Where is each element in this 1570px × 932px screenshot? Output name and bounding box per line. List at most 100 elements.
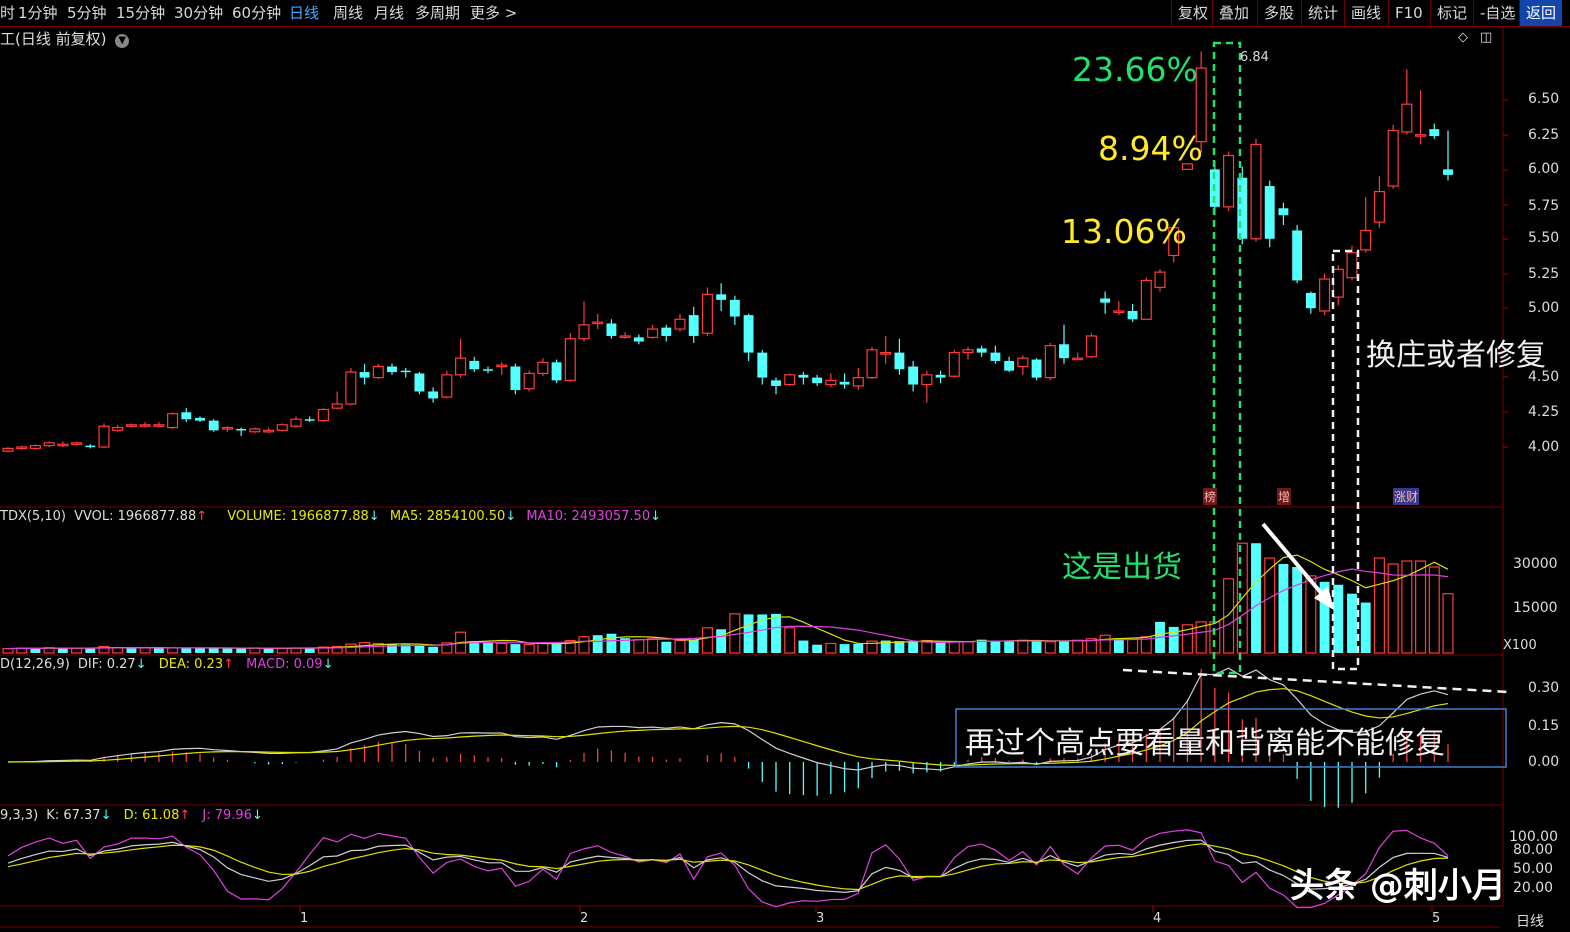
candle-body	[948, 352, 960, 377]
volume-bar	[688, 639, 699, 653]
candle-body	[674, 318, 686, 330]
candle-body	[455, 357, 467, 376]
volume-bar	[1360, 602, 1371, 653]
ma10-value: MA10: 2493057.50	[526, 509, 651, 524]
candle-body	[701, 293, 713, 334]
ma5-value: MA5: 2854100.50	[389, 509, 506, 524]
price-tick: 5.75	[1528, 198, 1560, 214]
x-axis-label: 5	[1432, 911, 1441, 926]
macd-indicator-name[interactable]: D(12,26,9)	[0, 657, 70, 672]
volume-bar	[935, 642, 946, 653]
volume-indicator-name[interactable]: TDX(5,10)	[0, 509, 66, 524]
candle-body	[880, 352, 892, 355]
volume-bar	[1127, 637, 1139, 654]
candle-body	[153, 424, 165, 427]
volume-bar	[798, 640, 809, 653]
candle-body	[1278, 208, 1289, 216]
macd-tick: 0.15	[1528, 718, 1560, 734]
price-tick: 6.25	[1528, 127, 1560, 143]
volume-bar	[1428, 566, 1440, 654]
candle-body	[976, 348, 987, 353]
volume-bar	[1168, 626, 1179, 653]
candle-body	[2, 447, 14, 452]
volume-bar	[1031, 641, 1042, 653]
price-tick: 5.50	[1528, 230, 1560, 246]
kdj-tick: 50.00	[1513, 861, 1554, 877]
candle-body	[57, 443, 69, 447]
candle-body	[894, 352, 905, 370]
volume-bar	[606, 633, 617, 653]
candle-body	[208, 420, 219, 431]
candle-body	[908, 366, 919, 385]
volume-bar	[236, 648, 247, 653]
candle-body	[798, 374, 809, 378]
candle-body	[661, 327, 672, 336]
volume-bar	[825, 642, 837, 654]
event-marker[interactable]: 涨财	[1393, 488, 1420, 505]
volume-bar	[908, 641, 919, 653]
candle-body	[387, 366, 397, 373]
volume-bars	[2, 542, 1454, 654]
x-axis-label: 2	[580, 911, 589, 926]
candle-body	[743, 315, 754, 353]
price-tick: 5.25	[1528, 266, 1560, 282]
volume-bar	[990, 640, 1001, 653]
candle-body	[1154, 271, 1166, 288]
arrow-down-icon: ↓	[505, 509, 517, 524]
kdj-indicator-name[interactable]: 9,3,3)	[0, 808, 38, 823]
candle-body	[551, 362, 562, 381]
volume-bar	[1059, 640, 1069, 653]
candle-body	[647, 328, 659, 338]
event-marker[interactable]: 榜	[1203, 488, 1218, 505]
macd-tick: 0.30	[1528, 680, 1560, 696]
candle-body	[414, 373, 425, 392]
candle-body	[1387, 129, 1399, 187]
candle-body	[1373, 191, 1385, 223]
x-axis-label: 1	[300, 911, 309, 926]
x-axis-label: 3	[816, 911, 825, 926]
volume-bar	[1251, 543, 1261, 653]
candle-body	[578, 324, 590, 340]
candle-body	[345, 371, 357, 405]
candle-body	[400, 370, 411, 373]
annotation-macd-note: 再过个高点要看量和背离能不能修复	[965, 726, 1445, 761]
candle-body	[784, 374, 796, 386]
event-marker[interactable]: 增	[1277, 488, 1292, 505]
volume-bar	[537, 642, 549, 654]
volume-bar	[771, 613, 781, 653]
volume-bar	[1209, 621, 1221, 654]
volume-bar	[1333, 584, 1344, 653]
candle-body	[441, 374, 453, 398]
arrow-down-icon: ↓	[251, 808, 263, 823]
volume-bar	[222, 648, 233, 653]
candle-body	[757, 352, 768, 378]
candlestick-series	[2, 51, 1453, 453]
price-tick: 5.00	[1528, 300, 1560, 316]
d-value: D: 61.08	[123, 808, 180, 823]
macd-legend: D(12,26,9) DIF: 0.27↓ DEA: 0.23↑ MACD: 0…	[0, 657, 334, 672]
volume-bar	[633, 639, 645, 654]
annotation-shapes	[955, 41, 1509, 768]
candle-body	[771, 380, 781, 386]
candle-body	[921, 374, 933, 386]
volume-bar	[359, 642, 371, 654]
volume-legend: TDX(5,10) VVOL: 1966877.88↑ VOLUME: 1966…	[0, 509, 661, 524]
candle-body	[317, 408, 329, 422]
volume-bar	[71, 647, 83, 654]
volume-tick: 15000	[1513, 600, 1558, 616]
dif-value: DIF: 0.27	[77, 657, 136, 672]
macd-value: MACD: 0.09	[246, 657, 323, 672]
volume-bar	[1044, 641, 1056, 654]
candle-body	[236, 428, 247, 431]
candle-body	[290, 418, 302, 427]
candle-body	[1031, 359, 1042, 378]
macd-tick: 0.00	[1528, 754, 1560, 770]
volume-bar	[716, 629, 727, 653]
volume-bar	[948, 641, 960, 654]
candle-body	[825, 379, 837, 386]
candle-body	[1305, 292, 1316, 309]
price-tick: 4.00	[1528, 439, 1560, 455]
volume-bar	[839, 644, 850, 653]
candle-body	[633, 337, 644, 342]
dea-value: DEA: 0.23	[158, 657, 224, 672]
